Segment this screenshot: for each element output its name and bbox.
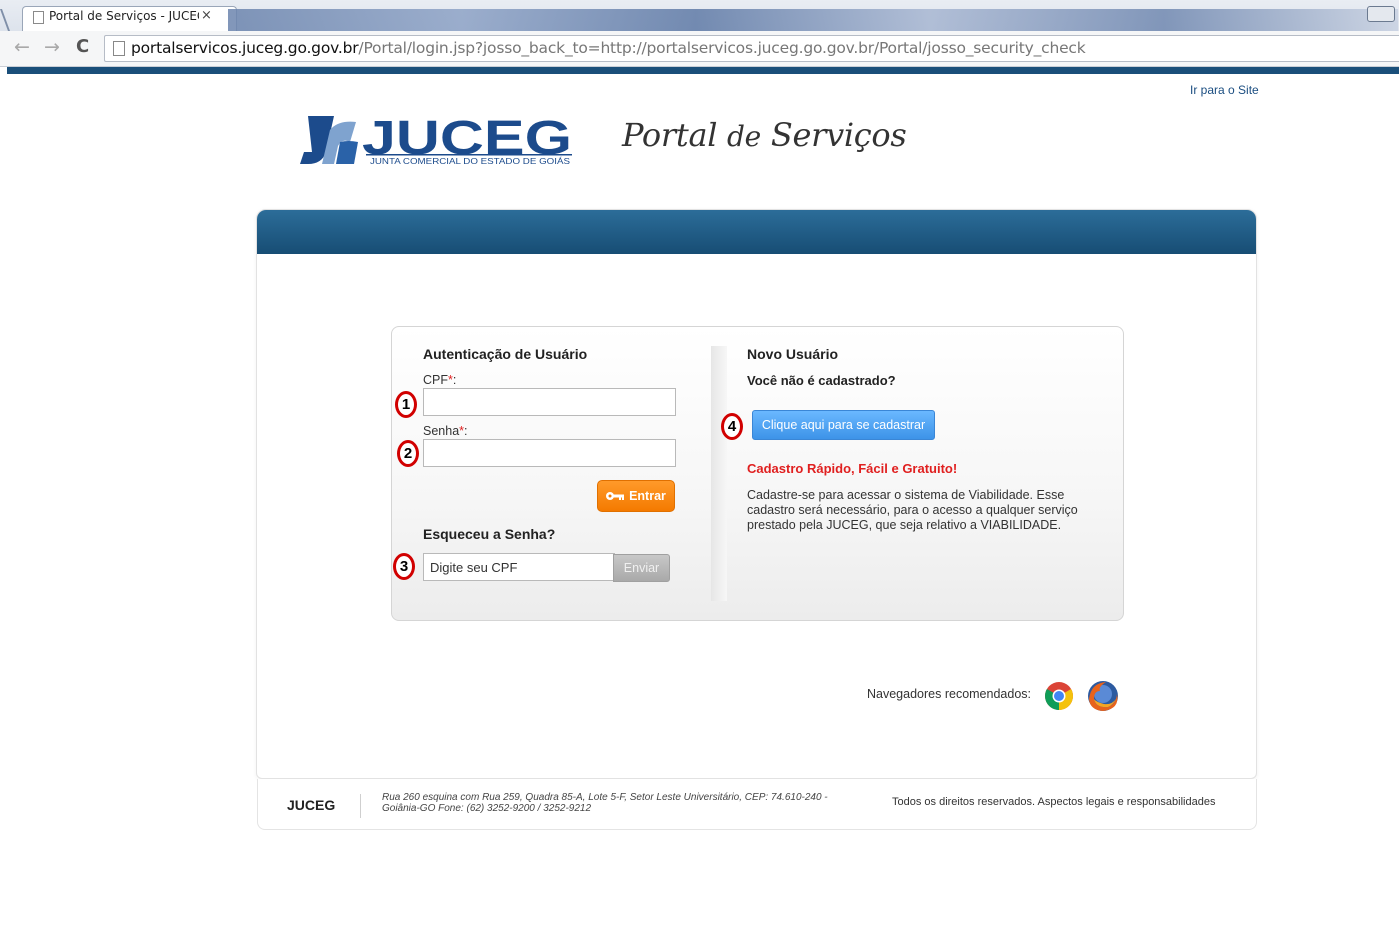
- main-panel-header: [257, 210, 1256, 254]
- cpf-label: CPF*:: [423, 373, 456, 387]
- url-text[interactable]: portalservicos.juceg.go.gov.br/Portal/lo…: [131, 39, 1086, 57]
- go-to-site-link[interactable]: Ir para o Site: [1190, 83, 1259, 97]
- signup-button[interactable]: Clique aqui para se cadastrar: [752, 410, 935, 440]
- annotation-3: 3: [393, 553, 415, 580]
- forward-arrow-icon[interactable]: →: [44, 36, 60, 58]
- chrome-icon[interactable]: [1044, 681, 1074, 711]
- window-control-button[interactable]: [1367, 6, 1395, 22]
- portal-title-part: Portal: [622, 116, 728, 154]
- label-colon: :: [464, 424, 468, 438]
- blurred-tab-area: [228, 9, 1398, 31]
- firefox-icon[interactable]: [1086, 679, 1120, 713]
- footer-separator: [360, 794, 361, 818]
- key-icon: [606, 492, 625, 500]
- site-top-bar: [7, 67, 1399, 74]
- url-path: /Portal/login.jsp?josso_back_to=http://p…: [358, 39, 1086, 57]
- signup-tagline: Cadastro Rápido, Fácil e Gratuito!: [747, 461, 958, 476]
- new-user-question: Você não é cadastrado?: [747, 373, 896, 388]
- recommended-browsers-label: Navegadores recomendados:: [867, 687, 1031, 701]
- portal-title-part: Serviços: [760, 116, 907, 154]
- forgot-password-heading: Esqueceu a Senha?: [423, 526, 556, 542]
- tab-close-icon[interactable]: ×: [201, 8, 212, 23]
- new-user-heading: Novo Usuário: [747, 346, 839, 362]
- reload-icon[interactable]: C: [76, 36, 89, 57]
- cpf-label-text: CPF: [423, 373, 448, 387]
- url-host: portalservicos.juceg.go.gov.br: [131, 39, 359, 57]
- annotation-1: 1: [395, 391, 417, 418]
- juceg-logo: JUCEG JUNTA COMERCIAL DO ESTADO DE GOIÁS: [300, 112, 572, 166]
- address-bar[interactable]: portalservicos.juceg.go.gov.br/Portal/lo…: [104, 35, 1399, 62]
- send-button[interactable]: Enviar: [613, 554, 670, 582]
- page-icon: [113, 41, 125, 56]
- logo-subtitle: JUNTA COMERCIAL DO ESTADO DE GOIÁS: [370, 156, 570, 166]
- footer-address: Rua 260 esquina com Rua 259, Quadra 85-A…: [382, 792, 828, 814]
- footer-rights[interactable]: Todos os direitos reservados. Aspectos l…: [892, 796, 1215, 808]
- enter-button-label: Entrar: [629, 489, 666, 503]
- cpf-input[interactable]: [423, 388, 676, 416]
- footer-brand: JUCEG: [287, 797, 336, 813]
- annotation-2: 2: [397, 440, 419, 467]
- signup-description: Cadastre-se para acessar o sistema de Vi…: [747, 488, 1078, 532]
- login-divider: [711, 346, 727, 601]
- senha-label: Senha*:: [423, 424, 468, 438]
- portal-title: Portal de Serviços: [622, 116, 907, 154]
- auth-heading: Autenticação de Usuário: [423, 346, 588, 362]
- browser-toolbar: ← → C portalservicos.juceg.go.gov.br/Por…: [0, 31, 1399, 67]
- label-colon: :: [452, 373, 457, 387]
- tab-title: Portal de Serviços - JUCEG: [49, 9, 199, 23]
- forgot-cpf-input[interactable]: [423, 553, 615, 581]
- annotation-4: 4: [721, 413, 743, 440]
- portal-title-de: de: [727, 120, 761, 153]
- page-icon: [33, 11, 44, 24]
- tab-edge: [0, 9, 19, 31]
- enter-button[interactable]: Entrar: [597, 480, 675, 512]
- senha-label-text: Senha: [423, 424, 460, 438]
- senha-input[interactable]: [423, 439, 676, 467]
- browser-tab[interactable]: Portal de Serviços - JUCEG ×: [22, 6, 237, 31]
- logo-mark-accent: [336, 141, 358, 164]
- back-arrow-icon[interactable]: ←: [14, 36, 30, 58]
- browser-tabstrip: Portal de Serviços - JUCEG ×: [0, 0, 1399, 31]
